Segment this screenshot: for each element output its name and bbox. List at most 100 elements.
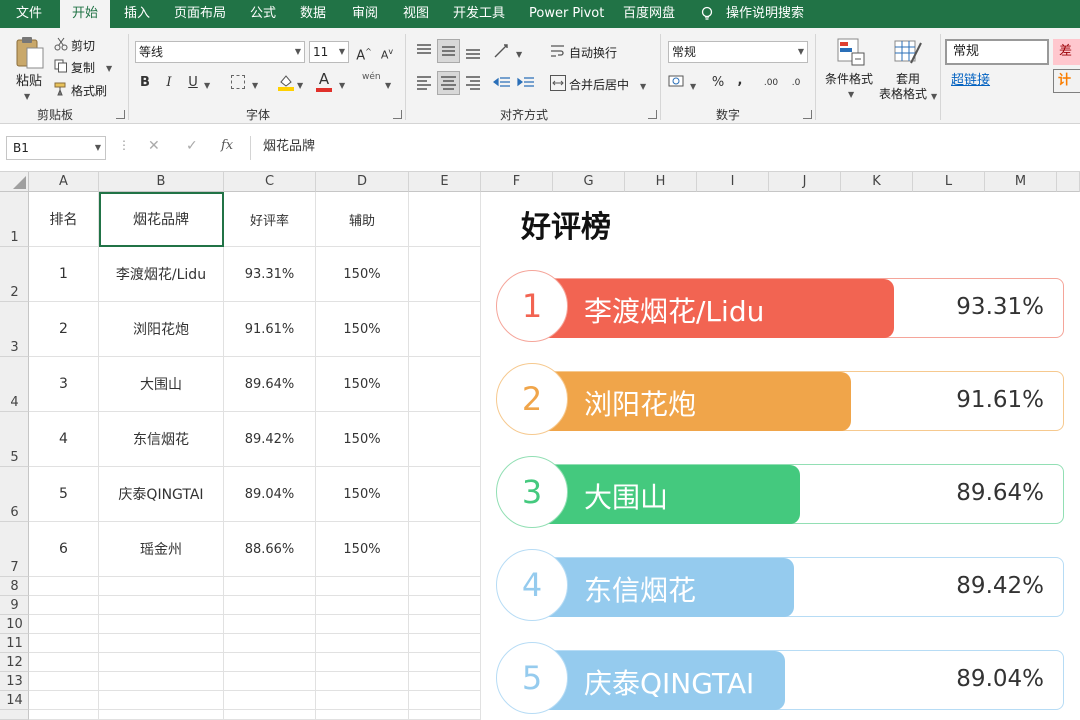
cell-c12[interactable] [224,653,316,672]
cell-c11[interactable] [224,634,316,653]
wrap-text-button[interactable]: 自动换行 [569,44,617,61]
merge-center-button[interactable]: 合并后居中 [569,76,629,93]
style-hyperlink[interactable]: 超链接 [945,69,1049,93]
cell-e9[interactable] [409,596,481,615]
select-all-button[interactable] [0,172,29,192]
column-header-c[interactable]: C [224,172,316,192]
cell-c9[interactable] [224,596,316,615]
underline-dropdown-icon[interactable]: ▼ [204,77,210,91]
name-box[interactable]: B1 ▼ [6,136,106,160]
comma-style-button[interactable]: , [733,70,747,92]
row-header-14[interactable]: 14 [0,691,29,710]
cell-e7[interactable] [409,522,481,577]
orientation-icon[interactable] [492,41,514,61]
cell-c10[interactable] [224,615,316,634]
accounting-format-icon[interactable] [668,73,688,91]
cell-e10[interactable] [409,615,481,634]
accounting-dropdown-icon[interactable]: ▼ [690,78,696,92]
number-format-dropdown[interactable]: 常规 ▼ [668,41,808,63]
column-header-h[interactable]: H [625,172,697,192]
column-header-e[interactable]: E [409,172,481,192]
format-painter-button[interactable]: 格式刷 [71,82,107,99]
align-top-icon[interactable] [414,41,434,61]
orientation-dropdown-icon[interactable]: ▼ [516,46,522,60]
cell-c1[interactable]: 好评率 [224,192,316,247]
cell-b15[interactable] [99,710,224,720]
cell-b13[interactable] [99,672,224,691]
fill-color-dropdown-icon[interactable]: ▼ [297,77,303,91]
style-normal[interactable]: 常规 [945,39,1049,65]
column-header-k[interactable]: K [841,172,913,192]
copy-button[interactable]: 复制 [71,59,95,76]
conditional-formatting-button[interactable]: 条件格式 [825,70,873,87]
cell-d5[interactable]: 150% [316,412,409,467]
conditional-dropdown-icon[interactable]: ▼ [848,86,854,100]
decrease-decimal-button[interactable]: .0 [786,72,806,94]
ranking-chart[interactable]: 好评榜 1 李渡烟花/Lidu 93.31% 2 浏阳花炮 91.61% 3 大围山 89.64… [481,192,1080,720]
cell-a9[interactable] [29,596,99,615]
cell-d9[interactable] [316,596,409,615]
cell-a2[interactable]: 1 [29,247,99,302]
cell-a5[interactable]: 4 [29,412,99,467]
cell-b1[interactable]: 烟花品牌 [99,192,224,247]
row-header-9[interactable]: 9 [0,596,29,615]
column-header-d[interactable]: D [316,172,409,192]
column-header-m[interactable]: M [985,172,1057,192]
cut-button[interactable]: 剪切 [71,37,95,54]
cell-e6[interactable] [409,467,481,522]
cell-c13[interactable] [224,672,316,691]
cell-e2[interactable] [409,247,481,302]
row-header-4[interactable]: 4 [0,357,29,412]
cell-e4[interactable] [409,357,481,412]
cell-c15[interactable] [224,710,316,720]
cell-c2[interactable]: 93.31% [224,247,316,302]
font-color-button[interactable]: A [316,68,332,90]
cell-e14[interactable] [409,691,481,710]
row-header-6[interactable]: 6 [0,467,29,522]
cell-a11[interactable] [29,634,99,653]
cell-d3[interactable]: 150% [316,302,409,357]
cell-b10[interactable] [99,615,224,634]
tab-data[interactable]: 数据 [300,0,326,28]
increase-decimal-button[interactable]: .00 [760,72,782,94]
phonetic-guide-button[interactable]: wén [362,72,381,82]
column-header-i[interactable]: I [697,172,769,192]
cell-d7[interactable]: 150% [316,522,409,577]
italic-button[interactable]: I [161,72,177,94]
column-header-g[interactable]: G [553,172,625,192]
cell-b9[interactable] [99,596,224,615]
fill-color-icon[interactable] [277,73,295,91]
cell-b11[interactable] [99,634,224,653]
cell-c4[interactable]: 89.64% [224,357,316,412]
cell-d14[interactable] [316,691,409,710]
row-header-11[interactable]: 11 [0,634,29,653]
tab-baidu-netdisk[interactable]: 百度网盘 [623,0,675,28]
cancel-icon[interactable]: ✕ [148,138,160,154]
cell-c7[interactable]: 88.66% [224,522,316,577]
cell-a1[interactable]: 排名 [29,192,99,247]
merge-center-icon[interactable] [550,75,566,91]
merge-dropdown-icon[interactable]: ▼ [640,78,646,92]
cell-c6[interactable]: 89.04% [224,467,316,522]
cell-a10[interactable] [29,615,99,634]
cell-e5[interactable] [409,412,481,467]
align-right-icon[interactable] [463,73,483,93]
cell-a3[interactable]: 2 [29,302,99,357]
row-header-12[interactable]: 12 [0,653,29,672]
bold-button[interactable]: B [137,72,153,94]
wrap-text-icon[interactable] [550,43,566,59]
cell-b4[interactable]: 大围山 [99,357,224,412]
cell-a8[interactable] [29,577,99,596]
tab-developer[interactable]: 开发工具 [453,0,505,28]
font-color-dropdown-icon[interactable]: ▼ [339,77,345,91]
decrease-font-size-button[interactable]: Av [378,41,396,63]
style-bad[interactable]: 差 [1053,39,1080,65]
column-header-j[interactable]: J [769,172,841,192]
cell-d6[interactable]: 150% [316,467,409,522]
align-center-icon[interactable] [437,71,460,95]
row-header-10[interactable]: 10 [0,615,29,634]
cell-d10[interactable] [316,615,409,634]
cell-d11[interactable] [316,634,409,653]
row-header-5[interactable]: 5 [0,412,29,467]
cell-e12[interactable] [409,653,481,672]
